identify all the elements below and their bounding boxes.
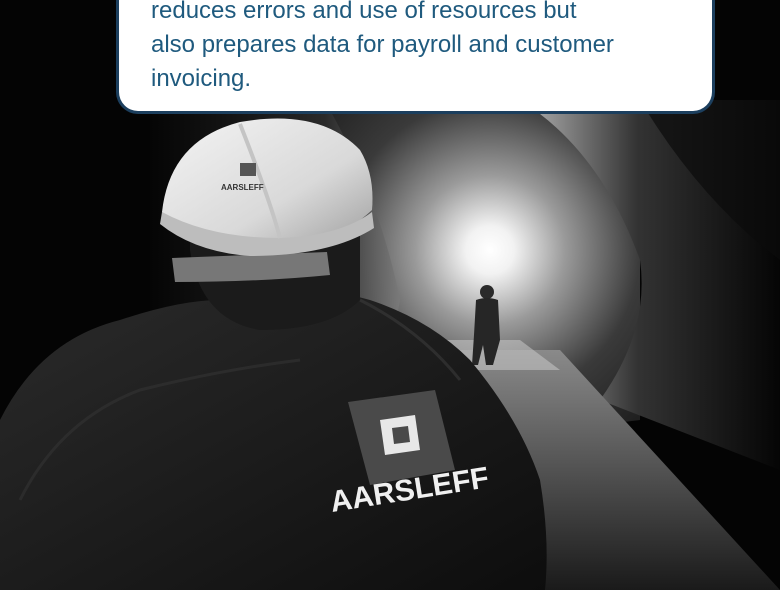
callout-line-3: invoicing. [151,65,252,92]
text-callout-box: reduces errors and use of resources but … [116,0,715,114]
callout-line-1: reduces errors and use of resources but [151,0,577,24]
callout-line-2: also prepares data for payroll and custo… [151,31,614,58]
helmet-logo-text: AARSLEFF [221,183,264,192]
callout-text: reduces errors and use of resources but … [151,0,682,96]
helmet-logo-mark [240,163,256,176]
